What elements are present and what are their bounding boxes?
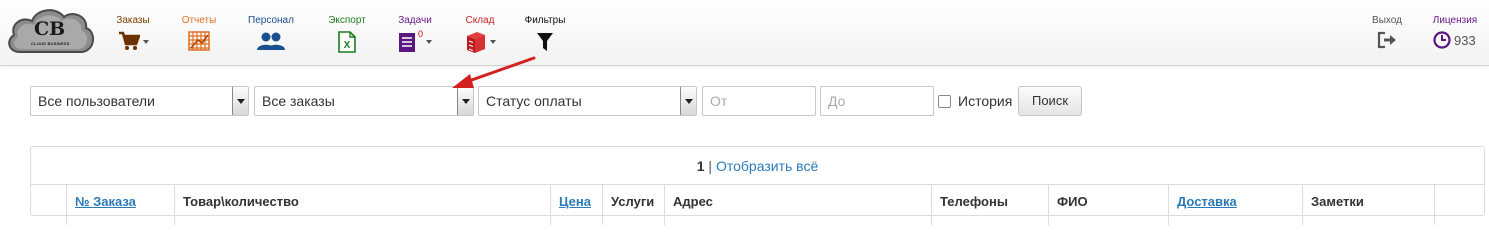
nav-reports-label: Отчеты [181, 15, 217, 26]
nav-staff-label: Персонал [248, 15, 294, 26]
nav-license[interactable]: Лицензия 933 [1428, 14, 1482, 53]
filter-icon [537, 33, 553, 51]
orders-select-value: Все заказы [262, 93, 335, 109]
column-header-notes: Заметки [1302, 185, 1434, 225]
annotation-arrow [452, 56, 536, 88]
top-navbar: CB CLOUD BUSINESS Заказы Отчеты Персонал [0, 0, 1489, 66]
nav-tasks-label: Задачи [398, 15, 432, 26]
table-header: № Заказа Товар\количество Цена Услуги Ад… [31, 185, 1484, 225]
nav-reports[interactable]: Отчеты [181, 14, 217, 53]
warehouse-icon [466, 32, 485, 53]
nav-warehouse[interactable]: Склад [462, 14, 498, 53]
column-header-address: Адрес [664, 185, 931, 225]
orders-table-panel: 1 | Отобразить всё № Заказа Товар\количе… [30, 146, 1485, 225]
nav-export-label: Экспорт [328, 15, 366, 26]
column-header-phones: Телефоны [931, 185, 1048, 225]
logo-subtext: CLOUD BUSINESS [31, 41, 70, 46]
clock-icon [1433, 31, 1451, 49]
chevron-down-icon [426, 40, 432, 44]
column-header-product: Товар\количество [174, 185, 550, 225]
nav-warehouse-label: Склад [465, 15, 495, 26]
nav-exit[interactable]: Выход [1368, 14, 1406, 53]
nav-tasks[interactable]: Задачи 0 [396, 14, 434, 53]
chevron-down-icon[interactable] [232, 87, 248, 115]
column-header-select [31, 185, 66, 225]
svg-text:X: X [344, 40, 351, 51]
date-to-input[interactable]: До [820, 86, 934, 116]
sign-out-icon [1377, 31, 1396, 49]
users-select[interactable]: Все пользователи [30, 86, 249, 116]
users-icon [257, 32, 285, 50]
nav-orders-label: Заказы [116, 15, 150, 26]
pager-separator: | [704, 158, 716, 174]
column-header-name: ФИО [1048, 185, 1168, 225]
cart-icon [118, 31, 140, 50]
history-checkbox[interactable] [938, 95, 951, 108]
grid-report-icon [188, 31, 210, 51]
column-header-order-number[interactable]: № Заказа [66, 185, 174, 225]
users-select-value: Все пользователи [38, 93, 155, 109]
chevron-down-icon[interactable] [680, 87, 696, 115]
logo-text: CB [34, 18, 66, 40]
excel-icon: X [338, 31, 356, 53]
tasks-icon [399, 33, 415, 52]
chevron-down-icon [489, 40, 496, 44]
pagination: 1 | Отобразить всё [31, 147, 1484, 185]
nav-filters[interactable]: Фильтры [522, 14, 568, 53]
date-from-input[interactable]: От [702, 86, 816, 116]
history-label: История [958, 93, 1013, 109]
column-header-services: Услуги [602, 185, 664, 225]
license-count: 933 [1454, 33, 1476, 48]
nav-license-label: Лицензия [1432, 15, 1478, 26]
date-from-placeholder: От [710, 93, 728, 109]
cloud-business-logo[interactable]: CB CLOUD BUSINESS [6, 4, 96, 60]
column-header-delivery[interactable]: Доставка [1168, 185, 1302, 225]
column-header-actions [1434, 185, 1484, 225]
nav-filters-label: Фильтры [524, 15, 566, 26]
column-header-price[interactable]: Цена [550, 185, 602, 225]
nav-staff[interactable]: Персонал [246, 14, 296, 53]
tasks-count-badge: 0 [418, 29, 424, 39]
current-page[interactable]: 1 [697, 158, 705, 174]
nav-exit-label: Выход [1372, 15, 1402, 26]
payment-status-value: Статус оплаты [486, 93, 582, 109]
show-all-link[interactable]: Отобразить всё [716, 158, 818, 174]
search-button[interactable]: Поиск [1018, 86, 1082, 116]
chevron-down-icon [142, 40, 149, 44]
nav-export[interactable]: Экспорт X [325, 14, 369, 53]
nav-orders[interactable]: Заказы [112, 14, 154, 53]
date-to-placeholder: До [828, 93, 846, 109]
